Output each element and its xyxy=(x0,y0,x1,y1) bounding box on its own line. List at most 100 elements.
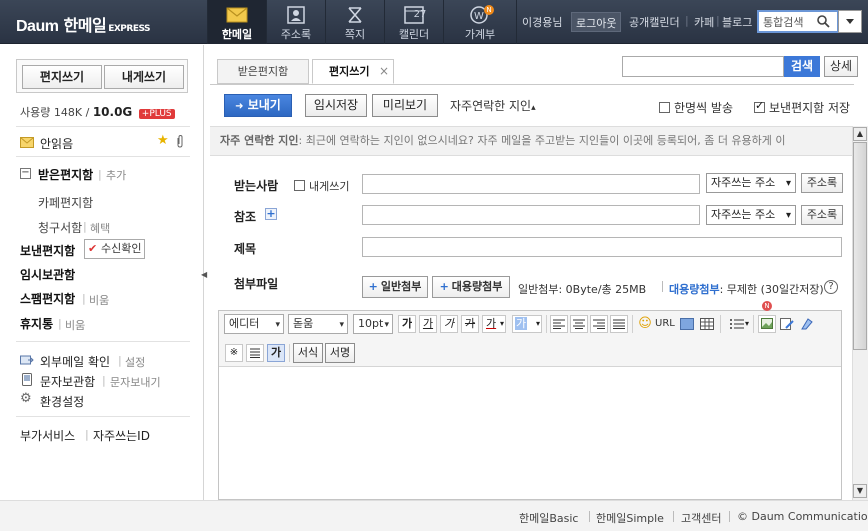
cc-addressbook-button[interactable]: 주소록 xyxy=(801,205,843,225)
inbox-add-link[interactable]: 추가 xyxy=(106,167,126,183)
help-icon[interactable]: ? xyxy=(824,280,838,294)
search-icon[interactable] xyxy=(816,14,830,28)
to-self-checkbox[interactable] xyxy=(294,180,305,191)
align-justify-icon[interactable] xyxy=(610,315,628,333)
cc-frequent-address-select[interactable]: 자주쓰는 주소 ▾ xyxy=(706,205,796,225)
footer-simple-link[interactable]: 한메일Simple xyxy=(596,510,664,526)
nav-calendar[interactable]: 캘린더 xyxy=(385,0,443,44)
folder-sent[interactable]: 보낸편지함 xyxy=(20,242,75,259)
editor-mode-select[interactable]: 에디터 ▾ xyxy=(224,314,284,334)
scroll-thumb[interactable] xyxy=(853,142,867,350)
paperclip-icon[interactable] xyxy=(176,135,184,148)
align-right-icon[interactable] xyxy=(590,315,608,333)
folder-cafe[interactable]: 카페편지함 xyxy=(38,194,93,211)
link-url-button[interactable]: URL xyxy=(655,318,675,329)
strike-button[interactable]: 가 xyxy=(461,315,479,333)
logo[interactable]: Daum 한메일 EXPRESS xyxy=(16,12,151,36)
folder-drafts[interactable]: 임시보관함 xyxy=(20,266,75,283)
save-draft-button[interactable]: 임시저장 xyxy=(305,94,367,117)
folder-inbox[interactable]: 받은편지함 xyxy=(38,166,93,183)
photo-icon[interactable] xyxy=(758,315,776,333)
logout-button[interactable]: 로그아웃 xyxy=(571,12,622,32)
to-addressbook-button[interactable]: 주소록 xyxy=(801,173,843,193)
external-mail-link[interactable]: 외부메일 확인 xyxy=(40,353,110,370)
editor-body[interactable] xyxy=(219,368,841,499)
signature-button[interactable]: 서명 xyxy=(325,343,355,363)
bold-button[interactable]: 가 xyxy=(398,315,416,333)
nav-note[interactable]: 쪽지 xyxy=(326,0,384,44)
frequent-id-link[interactable]: 자주쓰는ID xyxy=(93,427,150,444)
sms-send-link[interactable]: 문자보내기 xyxy=(110,374,161,390)
collapse-icon[interactable]: − xyxy=(20,168,31,179)
spam-empty-link[interactable]: 비움 xyxy=(89,292,109,308)
to-input[interactable] xyxy=(362,174,700,194)
save-sent-option[interactable]: 보낸편지함 저장 xyxy=(754,99,850,116)
tab-inbox[interactable]: 받은편지함 xyxy=(217,59,309,84)
underline-button[interactable]: 가 xyxy=(419,315,437,333)
folder-bill[interactable]: 청구서함 xyxy=(38,219,82,236)
sidebar-toggle-icon[interactable]: ◀ xyxy=(201,270,207,282)
extra-services-link[interactable]: 부가서비스 xyxy=(20,427,75,444)
to-frequent-address-select[interactable]: 자주쓰는 주소 ▾ xyxy=(706,173,796,193)
sms-box-link[interactable]: 문자보관함 xyxy=(40,373,95,390)
close-icon[interactable]: × xyxy=(379,60,389,83)
save-sent-checkbox[interactable] xyxy=(754,99,765,113)
align-center-icon[interactable] xyxy=(570,315,588,333)
trash-empty-link[interactable]: 비움 xyxy=(65,317,85,333)
image-frame-icon[interactable] xyxy=(678,315,696,333)
scroll-down-icon[interactable]: ▼ xyxy=(853,484,867,498)
clear-format-icon[interactable] xyxy=(798,315,816,333)
nav-wallet[interactable]: W 가계부 xyxy=(444,0,516,44)
user-name[interactable]: 이경용님 xyxy=(522,14,562,30)
bill-benefit-link[interactable]: 혜택 xyxy=(90,220,110,236)
italic-button[interactable]: 가 xyxy=(440,315,458,333)
plus-badge[interactable]: +PLUS xyxy=(138,109,175,119)
preview-button[interactable]: 미리보기 xyxy=(372,94,438,117)
folder-spam[interactable]: 스팸편지함 xyxy=(20,290,75,307)
spellcheck-button[interactable]: 가 xyxy=(267,344,285,362)
tab-compose[interactable]: 편지쓰기 × xyxy=(312,59,394,84)
folder-trash[interactable]: 휴지통 xyxy=(20,315,53,332)
individual-send-option[interactable]: 한명씩 발송 xyxy=(659,99,733,116)
attach-large-button[interactable]: + 대용량첨부 xyxy=(432,276,510,298)
star-icon[interactable]: ★ xyxy=(157,133,169,148)
bg-color-button[interactable]: 가 ▾ xyxy=(512,315,542,333)
format-button[interactable]: 서식 xyxy=(293,343,323,363)
nav-mail[interactable]: 한메일 xyxy=(208,0,266,44)
line-height-icon[interactable] xyxy=(246,344,264,362)
emoticon-icon[interactable]: ☺ xyxy=(636,315,654,333)
compose-button[interactable]: 편지쓰기 xyxy=(22,65,102,89)
unread-filter[interactable]: 안읽음 xyxy=(40,135,73,152)
link-cafe[interactable]: 카페 xyxy=(694,14,714,30)
footer-basic-link[interactable]: 한메일Basic xyxy=(519,510,578,526)
scroll-up-icon[interactable]: ▲ xyxy=(853,127,867,141)
send-button[interactable]: ➜ 보내기 xyxy=(224,94,292,117)
link-public-calendar[interactable]: 공개캘린더 xyxy=(629,14,680,30)
individual-send-checkbox[interactable] xyxy=(659,102,670,113)
search-scope-dropdown[interactable] xyxy=(838,10,862,33)
settings-link[interactable]: 환경설정 xyxy=(40,393,84,410)
attach-normal-button[interactable]: + 일반첨부 xyxy=(362,276,428,298)
nav-contacts[interactable]: 주소록 xyxy=(267,0,325,44)
list-icon[interactable]: ▾ xyxy=(724,315,750,333)
link-blog[interactable]: 블로그 xyxy=(722,14,752,30)
search-button[interactable]: 검색 xyxy=(784,56,820,77)
footer-support-link[interactable]: 고객센터 xyxy=(681,510,721,526)
to-self-option[interactable]: 내게쓰기 xyxy=(294,178,349,194)
font-size-select[interactable]: 10pt ▾ xyxy=(353,314,393,334)
font-select[interactable]: 돋움 ▾ xyxy=(288,314,348,334)
cc-expand-icon[interactable]: + xyxy=(265,208,277,220)
special-char-button[interactable]: ※ xyxy=(225,344,243,362)
edit-doc-icon[interactable] xyxy=(778,315,796,333)
detail-search-button[interactable]: 상세 xyxy=(824,56,858,77)
compose-self-button[interactable]: 내게쓰기 xyxy=(104,65,184,89)
external-settings-link[interactable]: 설정 xyxy=(125,354,145,370)
receipt-button[interactable]: ✔ 수신확인 xyxy=(84,239,146,259)
subject-input[interactable] xyxy=(362,237,842,257)
frequent-contacts-toggle[interactable]: 자주연락한 지인▴ xyxy=(450,97,536,114)
table-icon[interactable] xyxy=(698,315,716,333)
cc-input[interactable] xyxy=(362,205,700,225)
align-left-icon[interactable] xyxy=(550,315,568,333)
mail-search-input[interactable] xyxy=(622,56,784,77)
font-color-button[interactable]: 가 ▾ xyxy=(482,315,506,333)
